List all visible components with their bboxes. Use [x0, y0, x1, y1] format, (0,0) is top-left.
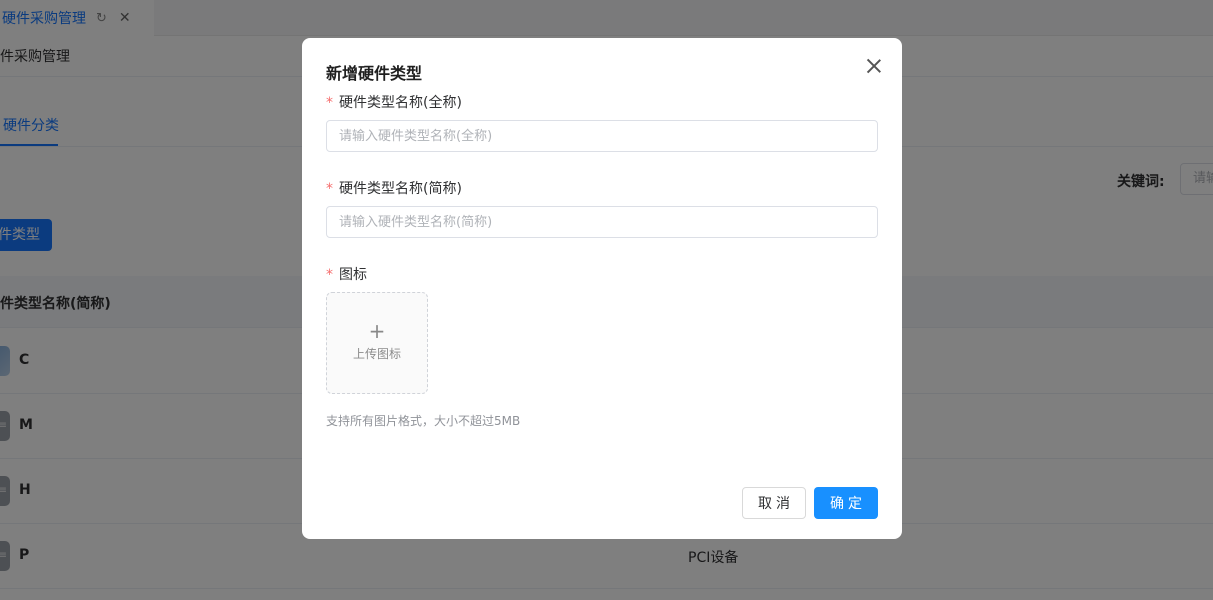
required-mark: * — [326, 267, 333, 283]
required-mark: * — [326, 95, 333, 111]
full-name-label: * 硬件类型名称(全称) — [326, 92, 462, 112]
add-hardware-type-dialog: 新增硬件类型 * 硬件类型名称(全称) * 硬件类型名称(简称) * 图标 + 上传图… — [302, 38, 902, 539]
icon-label: * 图标 — [326, 264, 367, 284]
short-name-label-text: 硬件类型名称(简称) — [339, 181, 462, 197]
short-name-input[interactable] — [326, 206, 878, 238]
required-mark: * — [326, 181, 333, 197]
cancel-button[interactable]: 取消 — [742, 487, 806, 519]
short-name-label: * 硬件类型名称(简称) — [326, 178, 462, 198]
upload-hint: 支持所有图片格式，大小不超过5MB — [326, 414, 521, 428]
confirm-button[interactable]: 确定 — [814, 487, 878, 519]
full-name-input[interactable] — [326, 120, 878, 152]
close-icon[interactable] — [864, 56, 884, 76]
plus-icon: + — [368, 319, 386, 343]
icon-label-text: 图标 — [339, 267, 367, 283]
dialog-title: 新增硬件类型 — [326, 64, 423, 83]
full-name-label-text: 硬件类型名称(全称) — [339, 95, 462, 111]
upload-label: 上传图标 — [352, 347, 401, 361]
icon-upload[interactable]: + 上传图标 — [326, 292, 428, 394]
